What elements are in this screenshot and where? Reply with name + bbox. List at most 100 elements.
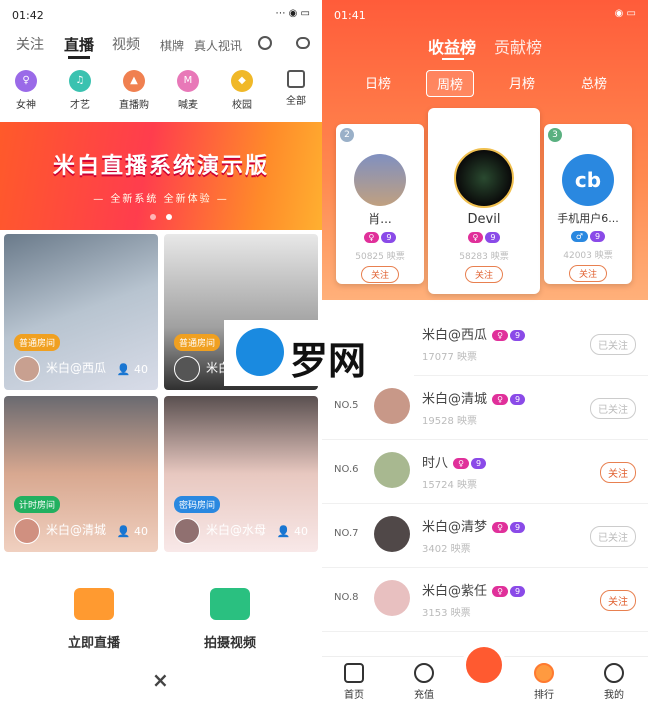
avatar xyxy=(374,516,410,552)
status-icons: ⋯ ◉ ▭ xyxy=(275,8,310,19)
message-icon[interactable] xyxy=(296,37,310,49)
watermark-logo-icon xyxy=(236,328,284,376)
podium-card-2[interactable]: 2 肖... ♀ 9 50825 映票 关注 xyxy=(336,124,424,284)
banner-title: 米白直播系统演示版 xyxy=(52,154,269,179)
status-bar: 01:41 ◉ ▭ xyxy=(322,0,648,30)
list-item[interactable]: NO.6 时八 ♀ 9 15724 映票 关注 xyxy=(322,440,648,504)
tab-chess[interactable]: 棋牌 xyxy=(160,37,184,54)
room-tag: 计时房间 xyxy=(14,496,61,513)
search-icon[interactable] xyxy=(258,36,272,50)
level-badge: 9 xyxy=(590,231,606,242)
rank-medal: 2 xyxy=(340,128,354,142)
banner-dot xyxy=(150,214,156,220)
status-bar: 01:42 ⋯ ◉ ▭ xyxy=(0,0,322,30)
avatar xyxy=(354,154,406,206)
rank-name: 米白@紫任 ♀ 9 xyxy=(422,580,526,599)
streamer-name: 米白@水母 xyxy=(206,523,267,537)
shoot-video-button[interactable]: 拍摄视频 xyxy=(180,588,280,651)
level-badge: 9 xyxy=(485,232,501,243)
level-badge: 9 xyxy=(510,330,526,341)
category-goddess[interactable]: ♀ 女神 xyxy=(6,70,46,111)
category-mc[interactable]: M 喊麦 xyxy=(168,70,208,111)
rank-value: 3153 映票 xyxy=(422,608,471,619)
period-week[interactable]: 周榜 xyxy=(426,70,474,97)
period-day[interactable]: 日榜 xyxy=(354,70,402,95)
campus-icon: ◆ xyxy=(231,70,253,92)
gender-badge: ♀ xyxy=(492,394,509,405)
goddess-icon: ♀ xyxy=(15,70,37,92)
banner-subtitle: — 全新系统 全新体验 — xyxy=(93,194,229,205)
start-live-button[interactable]: 立即直播 xyxy=(44,588,144,651)
rank-name: 米白@清梦 ♀ 9 xyxy=(422,516,526,535)
period-month[interactable]: 月榜 xyxy=(498,70,546,95)
tab-underline xyxy=(442,58,464,60)
category-shopping[interactable]: ▲ 直播购 xyxy=(114,70,154,111)
rank-value: 17077 映票 xyxy=(422,352,477,363)
top-nav: 关注 直播 视频 棋牌 真人视讯 xyxy=(0,32,322,60)
tab-live-underline xyxy=(68,56,90,59)
streamer-name: 米白@西瓜 xyxy=(46,361,107,375)
tab-video[interactable]: 视频 xyxy=(112,34,140,54)
rank-medal: 3 xyxy=(548,128,562,142)
level-badge: 9 xyxy=(381,232,397,243)
viewer-count: 👤 40 xyxy=(116,525,148,538)
live-card[interactable]: 普通房间 米白@西瓜 👤 40 xyxy=(4,234,158,390)
avatar xyxy=(14,518,40,544)
follow-button[interactable]: 关注 xyxy=(568,265,607,282)
go-live-button[interactable] xyxy=(462,643,506,687)
live-card[interactable]: 密码房间 米白@水母 👤 40 xyxy=(164,396,318,552)
avatar: cb xyxy=(562,154,614,206)
tab-income[interactable]: 收益榜 xyxy=(428,34,476,58)
gender-badge: ♀ xyxy=(492,586,509,597)
podium-value: 50825 映票 xyxy=(355,252,405,262)
podium-card-3[interactable]: 3 cb 手机用户6... ♂ 9 42003 映票 关注 xyxy=(544,124,632,284)
followed-button[interactable]: 已关注 xyxy=(590,398,636,419)
tab-contrib[interactable]: 贡献榜 xyxy=(494,34,542,58)
tab-profile[interactable]: 我的 xyxy=(592,663,636,701)
room-tag: 密码房间 xyxy=(174,496,221,513)
camera-icon xyxy=(210,588,250,620)
grid-icon xyxy=(287,70,305,88)
tab-ranking[interactable]: 排行 xyxy=(522,663,566,701)
tab-live[interactable]: 直播 xyxy=(64,34,94,55)
list-item[interactable]: NO.8 米白@紫任 ♀ 9 3153 映票 关注 xyxy=(322,568,648,632)
streamer-name: 米白@清城 xyxy=(46,523,107,537)
gender-badge: ♀ xyxy=(467,232,484,243)
status-time: 01:41 xyxy=(334,9,366,22)
viewer-count: 👤 40 xyxy=(276,525,308,538)
follow-button[interactable]: 关注 xyxy=(600,462,636,483)
live-card[interactable]: 计时房间 米白@清城 👤 40 xyxy=(4,396,158,552)
gender-badge: ♀ xyxy=(492,522,509,533)
followed-button[interactable]: 已关注 xyxy=(590,526,636,547)
avatar xyxy=(374,388,410,424)
tab-follow[interactable]: 关注 xyxy=(16,34,44,54)
rank-name: 米白@西瓜 ♀ 9 xyxy=(422,324,526,343)
banner-dot-active xyxy=(166,214,172,220)
promo-banner[interactable]: 米白直播系统演示版 — 全新系统 全新体验 — xyxy=(0,122,322,230)
close-icon[interactable]: × xyxy=(152,668,169,692)
tab-home[interactable]: 首页 xyxy=(332,663,376,701)
follow-button[interactable]: 关注 xyxy=(464,266,503,283)
followed-button[interactable]: 已关注 xyxy=(590,334,636,355)
period-total[interactable]: 总榜 xyxy=(570,70,618,95)
rank-value: 15724 映票 xyxy=(422,480,477,491)
gender-badge: ♀ xyxy=(453,458,470,469)
category-campus[interactable]: ◆ 校园 xyxy=(222,70,262,111)
viewer-count: 👤 40 xyxy=(116,363,148,376)
rank-number: NO.7 xyxy=(334,528,359,539)
gender-badge: ♀ xyxy=(363,232,380,243)
follow-button[interactable]: 关注 xyxy=(600,590,636,611)
follow-button[interactable]: 关注 xyxy=(360,266,399,283)
tab-real-video[interactable]: 真人视讯 xyxy=(194,37,242,54)
tab-recharge[interactable]: 充值 xyxy=(402,663,446,701)
mc-icon: M xyxy=(177,70,199,92)
level-badge: 9 xyxy=(471,458,487,469)
podium-card-1[interactable]: Devil ♀ 9 58283 映票 关注 xyxy=(428,108,540,294)
list-item[interactable]: NO.7 米白@清梦 ♀ 9 3402 映票 已关注 xyxy=(322,504,648,568)
gender-badge: ♀ xyxy=(492,330,509,341)
avatar xyxy=(454,148,514,208)
category-talent[interactable]: ♫ 才艺 xyxy=(60,70,100,111)
category-all[interactable]: 全部 xyxy=(276,70,316,107)
level-badge: 9 xyxy=(510,522,526,533)
avatar xyxy=(174,518,200,544)
